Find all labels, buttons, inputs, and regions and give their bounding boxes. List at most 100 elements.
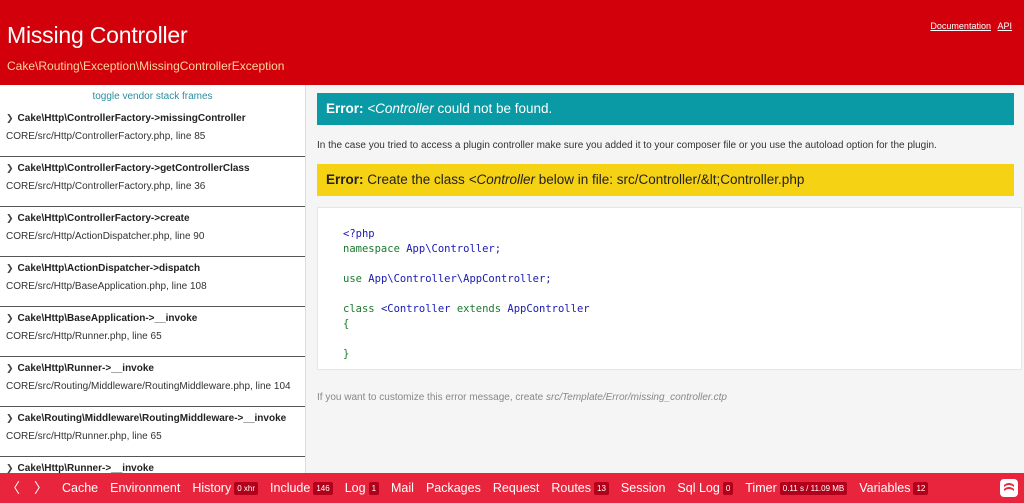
panel-log[interactable]: Log 1 [344,481,380,495]
chevron-right-icon: ❯ [6,263,14,273]
frame-location: CORE/src/Http/Runner.php, line 65 [6,331,162,342]
panel-cache[interactable]: Cache [62,481,98,495]
panel-variables[interactable]: Variables 12 [859,481,929,495]
error-label: Error: [326,101,364,116]
frame-function: Cake\Http\ActionDispatcher->dispatch [17,263,201,274]
cakephp-logo-icon[interactable] [1000,479,1018,497]
panel-label: Timer [745,481,777,495]
panel-mail[interactable]: Mail [391,481,414,495]
stack-frame[interactable]: ❯ Cake\Http\Runner->__invoke [0,457,305,473]
documentation-link[interactable]: Documentation [930,21,991,31]
frame-function: Cake\Http\ControllerFactory->missingCont… [17,113,246,124]
code-keyword: class [343,303,375,315]
panel-label: Environment [110,481,181,495]
chevron-right-icon: ❯ [6,363,14,373]
chevron-right-icon: ❯ [6,313,14,323]
chevron-right-icon: ❯ [6,113,14,123]
customize-text: If you want to customize this error mess… [317,392,546,403]
frame-function: Cake\Routing\Middleware\RoutingMiddlewar… [17,413,287,424]
toggle-vendor-frames-link[interactable]: toggle vendor stack frames [0,91,305,107]
panel-label: Mail [391,481,414,495]
chevron-right-icon: ❯ [6,163,14,173]
panel-label: Request [492,481,540,495]
frame-function: Cake\Http\ControllerFactory->create [17,213,190,224]
panel-label: Routes [551,481,592,495]
stack-frame[interactable]: ❯ Cake\Http\Runner->__invoke CORE/src/Rou… [0,357,305,407]
panel-label: Include [270,481,311,495]
missing-class-name: <Controller [367,101,434,116]
code-keyword: namespace [343,243,400,255]
frame-location: CORE/src/Http/BaseApplication.php, line … [6,281,207,292]
code-close-brace: } [343,348,350,360]
panel-badge: 0.11 s / 11.09 MB [779,481,848,495]
error-details: Error: <Controller could not be found. I… [316,85,1022,473]
panel-label: Session [620,481,666,495]
frame-function: Cake\Http\Runner->__invoke [17,363,154,374]
stack-frame[interactable]: ❯ Cake\Routing\Middleware\RoutingMiddlewa… [0,407,305,457]
template-path: src/Template/Error/missing_controller.ct… [545,392,727,403]
panel-session[interactable]: Session [621,481,665,495]
panel-include[interactable]: Include 146 [270,481,333,495]
exception-class: Cake\Routing\Exception\MissingController… [7,59,285,73]
stack-frame[interactable]: ❯ Cake\Http\ControllerFactory->missingCon… [0,107,305,157]
code-sample: <?php namespace App\Controller; use App\… [317,207,1022,370]
panel-badge: 146 [313,481,333,495]
code-open-brace: { [343,318,350,330]
panel-badge: 0 xhr [234,481,259,495]
code-keyword: use [343,273,362,285]
fix-text-after: below in file: src/Controller/&lt;Contro… [534,172,805,187]
panel-label: Log [344,481,366,495]
customize-note: If you want to customize this error mess… [317,392,727,403]
api-link[interactable]: API [997,21,1012,31]
panel-label: History [192,481,232,495]
panel-badge: 1 [368,481,380,495]
error-header: Missing Controller Cake\Routing\Exceptio… [0,0,1024,85]
code-class-name: <Controller [380,303,451,315]
toolbar-next-button[interactable]: 〉 [34,478,48,498]
frame-location: CORE/src/Http/ControllerFactory.php, lin… [6,131,206,142]
chevron-right-icon: ❯ [6,463,14,473]
stack-trace-sidebar: toggle vendor stack frames ❯ Cake\Http\Co… [0,85,306,473]
debug-kit-toolbar: 〈 〉 Cache Environment History 0 xhr Inclu… [0,473,1024,503]
fix-banner: Error: Create the class <Controller belo… [317,164,1014,196]
fix-class-name: <Controller [468,172,535,187]
fix-text-before: Create the class [363,172,469,187]
code-keyword: extends [456,303,502,315]
panel-badge: 13 [594,481,609,495]
panel-sql-log[interactable]: Sql Log 0 [677,481,734,495]
chevron-right-icon: ❯ [6,213,14,223]
stack-frame[interactable]: ❯ Cake\Http\ControllerFactory->getControl… [0,157,305,207]
frame-location: CORE/src/Routing/Middleware/RoutingMiddl… [6,381,291,392]
frame-location: CORE/src/Http/ControllerFactory.php, lin… [6,181,206,192]
header-links: Documentation API [926,21,1012,31]
frame-function: Cake\Http\BaseApplication->__invoke [17,313,198,324]
frame-function: Cake\Http\ControllerFactory->getControll… [17,163,250,174]
code-parent-class: AppController [507,303,590,315]
panel-packages[interactable]: Packages [426,481,481,495]
panel-label: Packages [425,481,481,495]
panel-badge: 0 [722,481,734,495]
code-php-open: <?php [343,228,375,240]
panel-label: Cache [62,481,99,495]
error-message: could not be found. [433,101,553,116]
frame-location: CORE/src/Http/ActionDispatcher.php, line… [6,231,205,242]
toolbar-prev-button[interactable]: 〈 [6,478,20,498]
panel-badge: 12 [913,481,929,495]
page-title: Missing Controller [7,22,188,48]
fix-label: Error: [326,172,364,187]
panel-timer[interactable]: Timer 0.11 s / 11.09 MB [745,481,848,495]
stack-frame[interactable]: ❯ Cake\Http\BaseApplication->__invoke COR… [0,307,305,357]
frame-location: CORE/src/Http/Runner.php, line 65 [6,431,162,442]
stack-frame[interactable]: ❯ Cake\Http\ControllerFactory->create COR… [0,207,305,257]
panel-environment[interactable]: Environment [110,481,180,495]
panel-label: Sql Log [677,481,720,495]
code-namespace: App\Controller; [406,243,502,255]
chevron-right-icon: ❯ [6,413,14,423]
panel-routes[interactable]: Routes 13 [551,481,609,495]
panel-request[interactable]: Request [493,481,540,495]
code-use-path: App\Controller\AppController; [368,273,552,285]
panel-label: Variables [859,481,911,495]
stack-frame[interactable]: ❯ Cake\Http\ActionDispatcher->dispatch CO… [0,257,305,307]
panel-history[interactable]: History 0 xhr [192,481,259,495]
error-banner: Error: <Controller could not be found. [317,93,1014,125]
